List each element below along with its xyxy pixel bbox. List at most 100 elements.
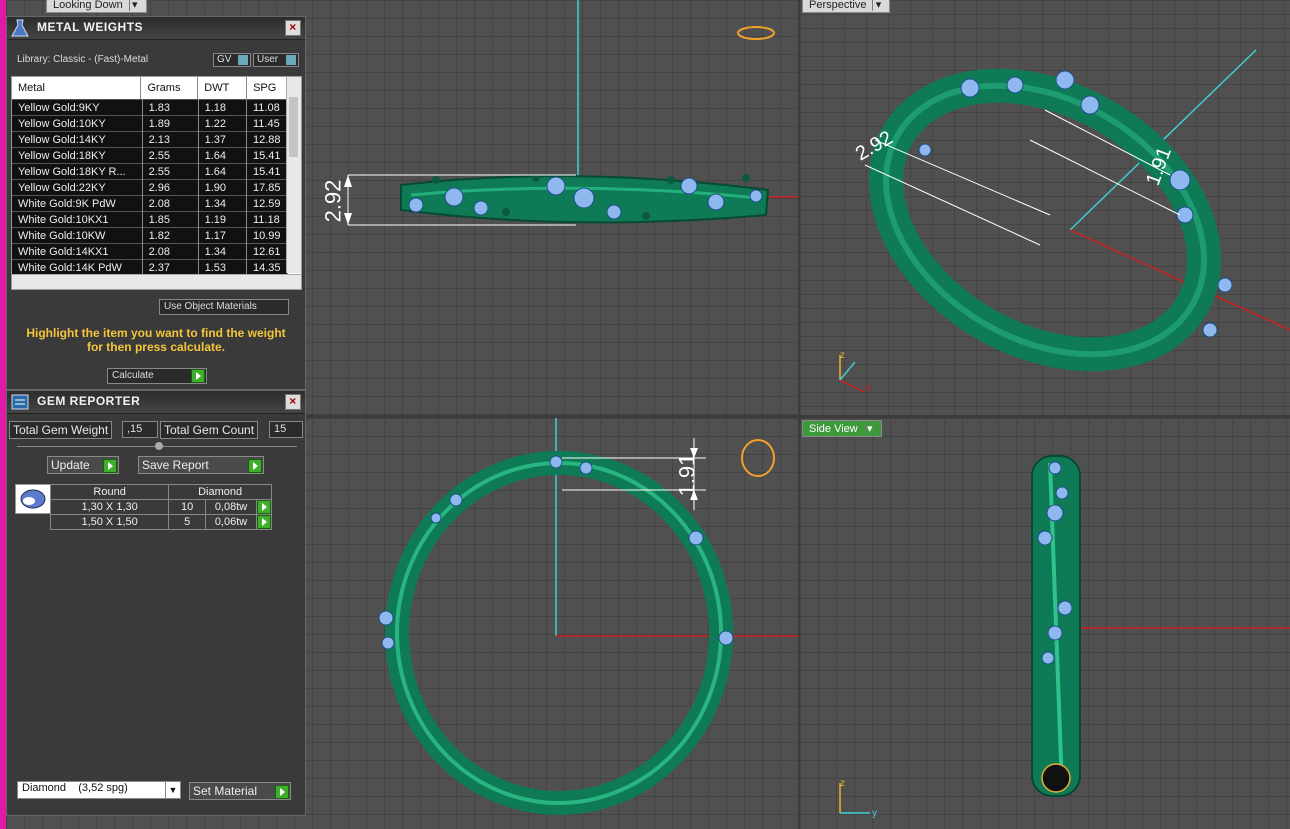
metal-name: Yellow Gold:18KY (12, 147, 143, 164)
metal-weights-panel: METAL WEIGHTS × Library: Classic - (Fast… (6, 16, 306, 390)
gem-weight: 0,08tw (205, 499, 257, 515)
axis-label-y-side: y (872, 808, 877, 819)
metal-name: White Gold:10KX1 (12, 211, 143, 228)
metal-name: Yellow Gold:18KY R... (12, 163, 143, 180)
metal-grams: 2.08 (142, 195, 199, 212)
metal-grams: 2.08 (142, 243, 199, 260)
gem-reporter-panel: GEM REPORTER × Total Gem Weight ,15 Tota… (6, 390, 306, 816)
gem-reporter-title: GEM REPORTER (37, 394, 141, 408)
table-row[interactable]: White Gold:9K PdW 2.08 1.34 12.59 (12, 195, 288, 212)
gem-count: 5 (168, 514, 207, 530)
metal-grams: 1.83 (142, 99, 199, 116)
table-row[interactable]: White Gold:14KX1 2.08 1.34 12.61 (12, 243, 288, 260)
splitter-handle[interactable] (17, 442, 297, 450)
save-report-button[interactable]: Save Report (138, 456, 264, 474)
column-header[interactable]: SPG (246, 77, 288, 99)
close-icon[interactable]: × (285, 394, 301, 410)
ring-front-view (385, 451, 733, 815)
metal-name: White Gold:14KX1 (12, 243, 143, 260)
table-row[interactable]: Yellow Gold:10KY 1.89 1.22 11.45 (12, 115, 288, 132)
metal-dwt: 1.17 (198, 227, 248, 244)
close-icon[interactable]: × (285, 20, 301, 36)
metal-spg: 11.18 (246, 211, 288, 228)
table-row[interactable]: Yellow Gold:22KY 2.96 1.90 17.85 (12, 179, 288, 196)
flask-icon (11, 19, 29, 37)
axis-label-z: z (840, 350, 845, 361)
table-row[interactable]: Yellow Gold:14KY 2.13 1.37 12.88 (12, 131, 288, 148)
viewport-side-view[interactable]: Side View ▾ z y (800, 418, 1290, 829)
metal-weights-titlebar[interactable]: METAL WEIGHTS × (7, 17, 305, 40)
gem-weight: 0,06tw (205, 514, 257, 530)
column-header[interactable]: Metal (12, 77, 142, 99)
metal-name: Yellow Gold:14KY (12, 131, 143, 148)
metal-table[interactable]: Metal Grams DWT SPG Yellow Gold:9KY 1.83 1… (11, 76, 302, 290)
gem-table: Round Diamond 1,30 X 1,30 10 0,08tw 1,50… (49, 484, 273, 530)
metal-spg: 15.41 (246, 147, 288, 164)
metal-dwt: 1.64 (198, 147, 248, 164)
metal-dwt: 1.34 (198, 195, 248, 212)
metal-dwt: 1.37 (198, 131, 248, 148)
metal-spg: 12.88 (246, 131, 288, 148)
set-material-button[interactable]: Set Material (189, 782, 291, 800)
metal-dwt: 1.18 (198, 99, 248, 116)
metal-dwt: 1.19 (198, 211, 248, 228)
horizontal-scrollbar[interactable] (12, 274, 301, 289)
metal-name: Yellow Gold:10KY (12, 115, 143, 132)
metal-name: Yellow Gold:9KY (12, 99, 143, 116)
total-gem-weight-value: ,15 (122, 421, 158, 438)
metal-grams: 1.82 (142, 227, 199, 244)
metal-grams: 2.55 (142, 163, 199, 180)
chevron-down-icon[interactable]: ▼ (165, 782, 180, 798)
metal-grams: 2.13 (142, 131, 199, 148)
vertical-scrollbar[interactable] (286, 77, 301, 273)
calculate-hint: Highlight the item you want to find the … (26, 326, 286, 354)
material-select[interactable]: Diamond (3,52 spg) ▼ (17, 781, 181, 799)
table-row[interactable]: White Gold:14K PdW 2.37 1.53 14.35 (12, 259, 288, 275)
column-header[interactable]: DWT (197, 77, 248, 99)
table-row[interactable]: Yellow Gold:18KY 2.55 1.64 15.41 (12, 147, 288, 164)
total-gem-weight-label: Total Gem Weight (9, 421, 113, 439)
gv-toggle[interactable]: GV (213, 53, 251, 67)
column-header[interactable]: Grams (140, 77, 199, 99)
metal-grams: 1.85 (142, 211, 199, 228)
metal-grams: 2.55 (142, 147, 199, 164)
dimension-label-looking-down: 2.92 (320, 179, 346, 223)
metal-name: Yellow Gold:22KY (12, 179, 143, 196)
table-row[interactable]: 1,50 X 1,50 5 0,06tw (49, 514, 273, 530)
use-object-materials-toggle[interactable]: Use Object Materials (159, 299, 289, 315)
metal-rows: Yellow Gold:9KY 1.83 1.18 11.08 Yellow Gold:… (12, 99, 288, 275)
metal-name: White Gold:10KW (12, 227, 143, 244)
gem-report-icon (11, 394, 29, 410)
gem-size: 1,50 X 1,50 (49, 514, 170, 530)
metal-weights-title: METAL WEIGHTS (37, 20, 144, 34)
library-label: Library: Classic - (Fast)-Metal (17, 54, 149, 65)
metal-grams: 2.37 (142, 259, 199, 275)
row-go-button[interactable] (255, 514, 273, 530)
table-row[interactable]: Yellow Gold:9KY 1.83 1.18 11.08 (12, 99, 288, 116)
calculate-button[interactable]: Calculate (107, 368, 207, 384)
gem-reporter-titlebar[interactable]: GEM REPORTER × (7, 391, 305, 414)
total-gem-count-value: 15 (269, 421, 303, 438)
metal-spg: 11.08 (246, 99, 288, 116)
total-gem-count-label: Total Gem Count (160, 421, 259, 439)
metal-spg: 10.99 (246, 227, 288, 244)
gem-count: 10 (168, 499, 207, 515)
viewport-perspective[interactable]: Perspective ▾ 2.92 1.91 z x (800, 0, 1290, 415)
metal-spg: 11.45 (246, 115, 288, 132)
user-toggle[interactable]: User (253, 53, 299, 67)
table-row[interactable]: 1,30 X 1,30 10 0,08tw (49, 499, 273, 515)
dimension-label-front: 1.91 (674, 453, 700, 497)
table-row[interactable]: White Gold:10KW 1.82 1.17 10.99 (12, 227, 288, 244)
metal-spg: 17.85 (246, 179, 288, 196)
metal-dwt: 1.64 (198, 163, 248, 180)
axis-label-z-side: z (840, 778, 845, 789)
axis-label-x: x (865, 383, 870, 394)
update-button[interactable]: Update (47, 456, 119, 474)
metal-spg: 14.35 (246, 259, 288, 275)
table-row[interactable]: Yellow Gold:18KY R... 2.55 1.64 15.41 (12, 163, 288, 180)
metal-name: White Gold:9K PdW (12, 195, 143, 212)
row-go-button[interactable] (255, 499, 273, 515)
table-row[interactable]: White Gold:10KX1 1.85 1.19 11.18 (12, 211, 288, 228)
metal-spg: 12.61 (246, 243, 288, 260)
gem-thumbnail[interactable] (15, 484, 51, 514)
